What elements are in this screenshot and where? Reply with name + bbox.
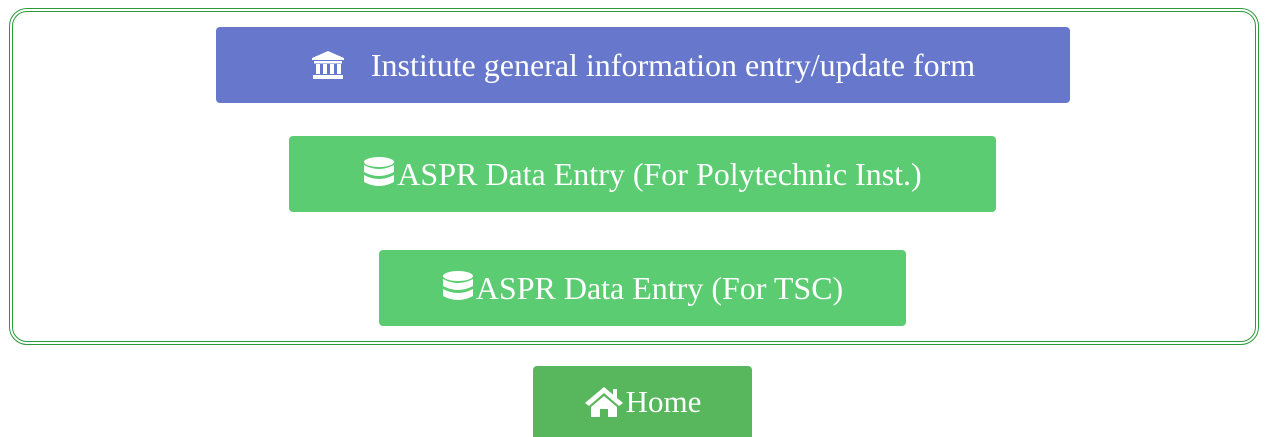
aspr-polytechnic-button[interactable]: ASPR Data Entry (For Polytechnic Inst.) bbox=[289, 136, 996, 212]
database-icon bbox=[442, 270, 474, 306]
institute-info-button-label: Institute general information entry/upda… bbox=[370, 46, 976, 83]
home-icon bbox=[584, 386, 624, 418]
home-button[interactable]: Home bbox=[533, 366, 752, 437]
page: Institute general information entry/upda… bbox=[0, 0, 1267, 437]
database-icon bbox=[363, 156, 395, 192]
institution-icon bbox=[311, 50, 345, 80]
institute-info-button[interactable]: Institute general information entry/upda… bbox=[216, 27, 1070, 103]
aspr-tsc-button-label: ASPR Data Entry (For TSC) bbox=[475, 269, 844, 306]
home-button-label: Home bbox=[625, 383, 702, 419]
aspr-tsc-button[interactable]: ASPR Data Entry (For TSC) bbox=[379, 250, 906, 326]
aspr-polytechnic-button-label: ASPR Data Entry (For Polytechnic Inst.) bbox=[397, 155, 922, 192]
